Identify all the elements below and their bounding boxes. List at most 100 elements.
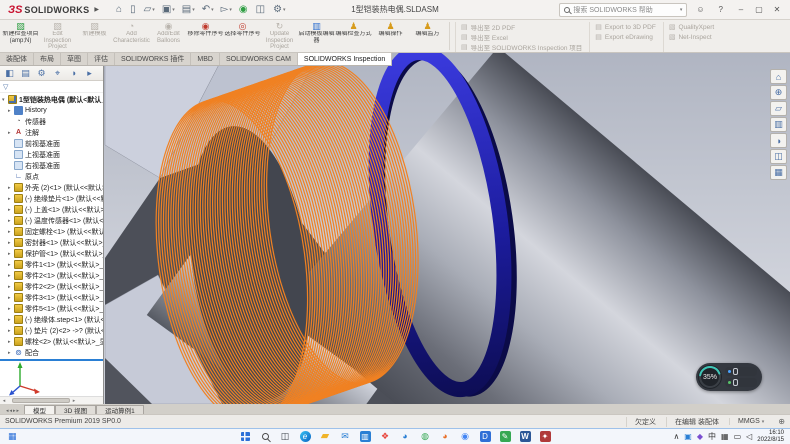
notes-app-icon[interactable]: ✎ (498, 430, 512, 444)
viewport-3d[interactable] (0, 53, 790, 404)
home-icon[interactable]: ⌂ (113, 3, 126, 16)
word-app-icon[interactable]: W (518, 430, 532, 444)
tree-filter-row[interactable]: ▽ (0, 81, 103, 93)
ime-chinese-indicator[interactable]: 中 (708, 431, 716, 442)
model-tab[interactable]: 运动算例1 (96, 405, 144, 414)
task-pane-home-icon[interactable]: ⌂ (770, 69, 787, 84)
scroll-right-icon[interactable]: ▸ (70, 398, 78, 404)
ribbon-tab[interactable]: SOLIDWORKS Inspection (298, 53, 392, 65)
ribbon-tab[interactable]: 装配体 (0, 53, 34, 65)
tree-item[interactable]: ▸ 零件1<1> (默认<<默认>_显示状态 (0, 259, 103, 270)
ribbon-tab[interactable]: 布局 (34, 53, 61, 65)
tree-item[interactable]: ▸ 零件2<1> (默认<<默认>_显示状态 (0, 270, 103, 281)
model-tab[interactable]: 3D 视图 (55, 405, 96, 414)
ribbon-button[interactable]: ◔ Add Characteristic (113, 20, 150, 52)
taskbar-clock[interactable]: 16:10 2022/8/15 (757, 430, 784, 444)
ribbon-tab[interactable]: SOLIDWORKS 插件 (115, 53, 191, 65)
propertymanager-tab[interactable]: ▤ (18, 67, 33, 80)
print-icon[interactable]: ▤▾ (179, 3, 198, 16)
new-document-icon[interactable]: ▯ (127, 3, 140, 16)
inspection-tool-item[interactable]: ▧Net-Inspect (669, 32, 714, 42)
menu-flyout-arrow-icon[interactable]: ▶ (94, 6, 99, 13)
tree-item[interactable]: ▸ ⊚ 配合 (0, 347, 103, 358)
select-icon[interactable]: ▻▾ (218, 3, 235, 16)
tree-item[interactable]: ◔ 传感器 (0, 116, 103, 127)
ribbon-button[interactable]: ◉ 移除零件序号 (187, 20, 224, 52)
hud-mouse-button-bottom[interactable] (725, 378, 757, 387)
solidworks-taskbar-icon[interactable]: ✦ (538, 430, 552, 444)
scrollbar-thumb[interactable] (12, 398, 70, 403)
ribbon-button[interactable]: ▧ 新建模板 (76, 20, 113, 52)
displaymanager-tab[interactable]: ◑ (66, 67, 81, 80)
tree-item[interactable]: ▸ 零件2<2> (默认<<默认>_显示状态 (0, 281, 103, 292)
model-tab[interactable]: 模型 (24, 405, 55, 414)
tree-item[interactable]: ∟ 原点 (0, 171, 103, 182)
configurationmanager-tab[interactable]: ⚙ (34, 67, 49, 80)
help-icon[interactable]: ? (714, 5, 728, 14)
widgets-icon[interactable]: ▦ (8, 431, 17, 442)
featuremanager-tab[interactable]: ◧ (2, 67, 17, 80)
app-green-icon[interactable]: ◍ (418, 430, 432, 444)
security-icon[interactable]: ◆ (697, 432, 703, 441)
ribbon-button[interactable]: ◉ Add/Edit Balloons (150, 20, 187, 52)
status-item[interactable]: MMGS▾ (729, 418, 772, 425)
panel-horizontal-scrollbar[interactable]: ◂ ▸ (0, 396, 103, 404)
tree-root-item[interactable]: ▾ 1型铠装热电偶 (默认<默认_显示状态-1 (0, 94, 103, 105)
export-menu-item[interactable]: ▤Export eDrawing (595, 32, 656, 42)
minimize-button[interactable]: – (732, 5, 750, 14)
help-search-input[interactable]: 搜索 SOLIDWORKS 帮助 ▾ (559, 3, 687, 17)
ribbon-button[interactable]: ↻ Update Inspection Project (261, 20, 298, 52)
tree-item[interactable]: ▸ (-) 垫片 (2)<2> ->? (默认<<默认 (0, 325, 103, 336)
tree-item[interactable]: ▸ 固定螺栓<1> (默认<<默认>_显示 (0, 226, 103, 237)
store-icon[interactable]: ▥ (358, 430, 372, 444)
tree-item[interactable]: ▸ A 注解 (0, 127, 103, 138)
design-library-icon[interactable]: ▱ (770, 101, 787, 116)
tree-item[interactable]: ▸ (-) 上盖<1> (默认<<默认>_显示状 (0, 204, 103, 215)
chrome-icon[interactable]: ◉ (458, 430, 472, 444)
tree-item[interactable]: 前视基准面 (0, 138, 103, 149)
appearances-icon[interactable]: ◑ (770, 133, 787, 148)
dimxpertmanager-tab[interactable]: ⌖ (50, 67, 65, 80)
close-button[interactable]: ✕ (768, 5, 786, 14)
tree-item[interactable]: ▸ 零件5<1> (默认<<默认>_显示状态 (0, 303, 103, 314)
export-menu-item[interactable]: ▤导出至 Excel (461, 32, 582, 42)
export-menu-item[interactable]: ▤导出至 SOLIDWORKS Inspection 项目 (461, 42, 582, 52)
view-palette-icon[interactable]: ◫ (770, 149, 787, 164)
filter-funnel-icon[interactable]: ▽ (3, 83, 8, 91)
volume-icon[interactable]: ◁ (746, 432, 752, 441)
rebuild-icon[interactable]: ◉ (236, 3, 252, 16)
firefox-icon[interactable]: ◕ (438, 430, 452, 444)
tree-item[interactable]: ▸ (-) 绝缘体.step<1> (默认<<默认> (0, 314, 103, 325)
tree-item[interactable]: ▸ History (0, 105, 103, 116)
panel-tab-overflow[interactable]: ▸ (82, 67, 97, 80)
restore-button[interactable]: ▢ (750, 5, 768, 14)
ribbon-button[interactable]: ▧ Edit Inspection Project (39, 20, 76, 52)
ribbon-tab[interactable]: 草图 (61, 53, 88, 65)
ribbon-tab[interactable]: 评估 (88, 53, 115, 65)
task-view-button[interactable]: ◫ (278, 430, 292, 444)
ribbon-button[interactable]: ▧ 新建检查项目 (amp;N) (2, 20, 39, 52)
3d-contentcentral-icon[interactable]: ⊕ (770, 85, 787, 100)
browser-blue-icon[interactable]: ◕ (398, 430, 412, 444)
mail-icon[interactable]: ✉ (338, 430, 352, 444)
ribbon-tab[interactable]: SOLIDWORKS CAM (220, 53, 298, 65)
ribbon-button[interactable]: ◎ 选择零件序号 (224, 20, 261, 52)
export-menu-item[interactable]: ▤导出至 2D PDF (461, 22, 582, 32)
tree-item[interactable]: ▸ 密封器<1> (默认<<默认>_显示状 (0, 237, 103, 248)
export-menu-item[interactable]: ▤Export to 3D PDF (595, 22, 656, 32)
ribbon-tab[interactable]: MBD (191, 53, 220, 65)
ribbon-button[interactable]: ♟ 编辑检查方式 (335, 20, 372, 52)
status-item[interactable]: 在编辑 装配体 (666, 417, 729, 427)
tree-item[interactable]: ▸ (-) 温度传感器<1> (默认<<默认>_ (0, 215, 103, 226)
start-button[interactable]: · (238, 430, 252, 444)
monitor-icon[interactable]: ▭ (734, 432, 742, 441)
tree-item[interactable]: ▸ 外壳 (2)<1> (默认<<默认>_显示状 (0, 182, 103, 193)
edge-icon[interactable]: e (298, 430, 312, 444)
tree-item[interactable]: ▸ 螺栓<2> (默认<<默认>_显示状态 (0, 336, 103, 347)
tree-item[interactable]: 上视基准面 (0, 149, 103, 160)
custom-properties-icon[interactable]: ▦ (770, 165, 787, 180)
open-icon[interactable]: ▱▾ (141, 3, 158, 16)
hud-mouse-button-top[interactable] (725, 367, 757, 376)
undo-icon[interactable]: ↶▾ (199, 3, 217, 16)
tab-scroll-arrows[interactable]: ◂◂▸▸ (2, 408, 24, 414)
